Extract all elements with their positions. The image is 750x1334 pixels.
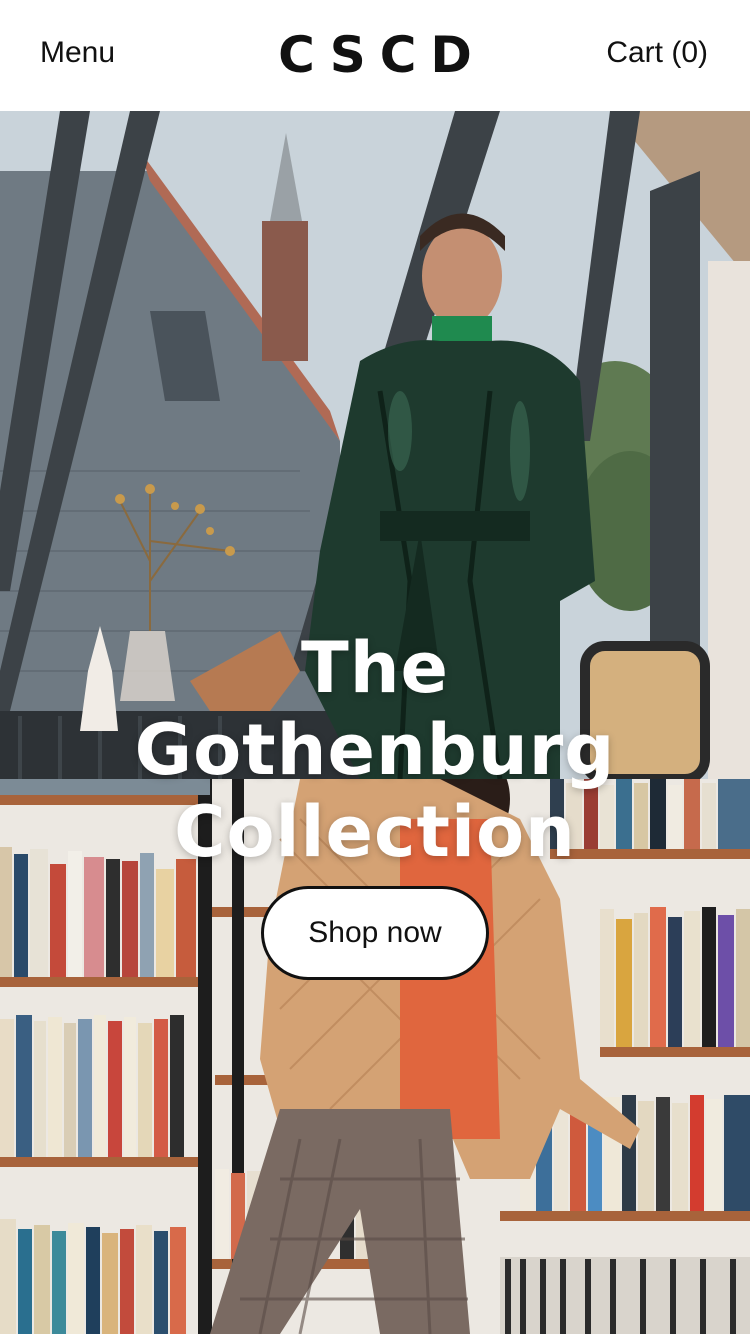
page: Menu CSCD Cart (0) The Gothenburg Collec… xyxy=(0,0,750,1334)
headline-line-2: Gothenburg xyxy=(134,708,616,791)
hero-headline: The Gothenburg Collection xyxy=(0,627,750,873)
headline-line-1: The xyxy=(300,626,450,709)
cart-button[interactable]: Cart (0) xyxy=(606,36,708,70)
shop-now-button[interactable]: Shop now xyxy=(261,886,489,980)
site-header: Menu CSCD Cart (0) xyxy=(0,0,750,111)
headline-line-3: Collection xyxy=(174,790,576,873)
